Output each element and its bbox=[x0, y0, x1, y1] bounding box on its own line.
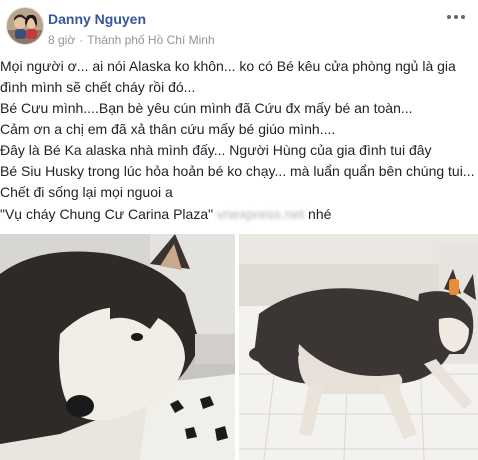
author-avatar[interactable] bbox=[6, 7, 44, 45]
post-line: Mọi người ơ... ai nói Alaska ko khôn... … bbox=[0, 58, 456, 74]
facebook-post: Danny Nguyen 8 giờ · Thành phố Hồ Chí Minh… bbox=[0, 0, 478, 460]
post-line: Bé Siu Husky trong lúc hỏa hoản bé ko ch… bbox=[0, 163, 475, 179]
ellipsis-icon[interactable] bbox=[444, 8, 468, 26]
quote-line: "Vụ cháy Chung Cư Carina Plaza" vnexpres… bbox=[0, 204, 331, 225]
quote-suffix: nhé bbox=[304, 206, 332, 222]
post-line: đình mình sẽ chết cháy rồi đó... bbox=[0, 79, 196, 95]
post-line: Chết đi sống lại mọi nguoi a bbox=[0, 184, 173, 200]
meta-separator: · bbox=[79, 33, 84, 47]
post-line: Bé Cưu mình....Bạn bè yêu cún mình đã Cứ… bbox=[0, 100, 413, 116]
author-name[interactable]: Danny Nguyen bbox=[48, 11, 146, 27]
alaska-dog-photo[interactable] bbox=[0, 234, 235, 460]
post-time[interactable]: 8 giờ bbox=[48, 33, 75, 47]
husky-dog-photo[interactable] bbox=[239, 234, 478, 460]
blurred-watermark: vnexpress.net bbox=[216, 206, 305, 222]
post-line: Đây là Bé Ka alaska nhà mình đấy... Ngườ… bbox=[0, 142, 432, 158]
quote-text[interactable]: "Vụ cháy Chung Cư Carina Plaza" bbox=[0, 206, 213, 222]
post-meta: 8 giờ · Thành phố Hồ Chí Minh bbox=[48, 33, 215, 47]
post-line: Cảm ơn a chị em đã xả thân cứu mấy bé gi… bbox=[0, 121, 336, 137]
post-location[interactable]: Thành phố Hồ Chí Minh bbox=[87, 33, 214, 47]
